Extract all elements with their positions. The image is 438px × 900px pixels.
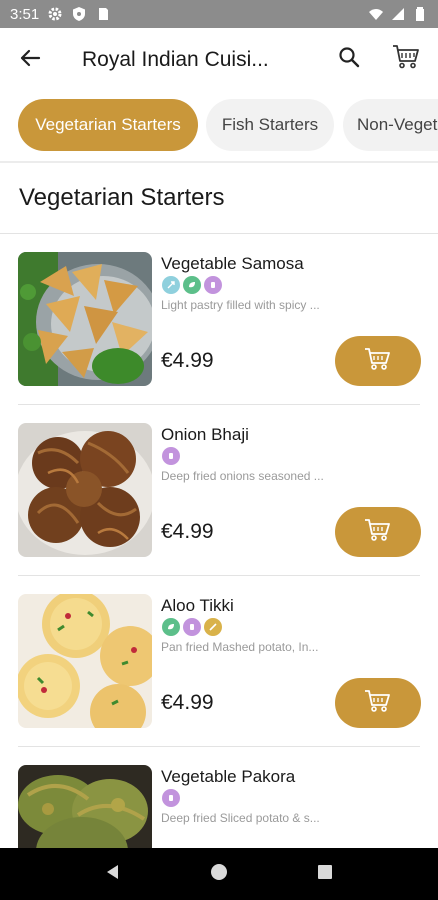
purple-tag-icon: [183, 618, 201, 636]
search-icon: [338, 46, 360, 73]
add-to-cart-button[interactable]: [335, 678, 421, 728]
item-name: Onion Bhaji: [161, 425, 249, 444]
tab-non-vegetarian-starters[interactable]: Non-Veget: [343, 99, 438, 151]
battery-icon: [412, 6, 428, 22]
nav-home-icon[interactable]: [210, 863, 228, 886]
add-to-cart-button[interactable]: [335, 336, 421, 386]
cart-icon: [364, 518, 392, 547]
item-image-onion-bhaji: [18, 423, 152, 557]
green-tag-icon: [162, 618, 180, 636]
gold-tag-icon: [204, 618, 222, 636]
item-tags: [162, 447, 180, 465]
back-button[interactable]: [0, 28, 60, 92]
lightblue-tag-icon: [162, 276, 180, 294]
item-tags: [162, 789, 180, 807]
status-time: 3:51: [10, 5, 40, 23]
cart-icon: [364, 689, 392, 718]
purple-tag-icon: [162, 447, 180, 465]
nav-recents-icon[interactable]: [316, 863, 334, 886]
item-description: Pan fried Mashed potato, In...: [161, 640, 319, 654]
cart-icon: [392, 44, 420, 75]
item-description: Deep fried Sliced potato & s...: [161, 811, 320, 825]
item-price: €4.99: [161, 349, 214, 372]
item-name: Vegetable Samosa: [161, 254, 304, 273]
settings-icon: [47, 6, 63, 22]
nav-back-icon[interactable]: [104, 863, 122, 886]
cart-icon: [364, 347, 392, 376]
sd-card-icon: [95, 6, 111, 22]
search-button[interactable]: [332, 42, 366, 76]
signal-icon: [390, 6, 406, 22]
item-tags: [162, 618, 222, 636]
menu-item[interactable]: Onion Bhaji Deep fried onions seasoned .…: [0, 405, 438, 576]
tab-fish-starters[interactable]: Fish Starters: [206, 99, 334, 151]
item-price: €4.99: [161, 520, 214, 543]
item-image-samosa: [18, 252, 152, 386]
menu-item[interactable]: Vegetable Samosa Light pastry filled wit…: [0, 234, 438, 405]
app-bar: Royal Indian Cuisi...: [0, 28, 438, 92]
item-name: Aloo Tikki: [161, 596, 234, 615]
shield-icon: [71, 6, 87, 22]
item-name: Vegetable Pakora: [161, 767, 296, 786]
item-price: €4.99: [161, 691, 214, 714]
arrow-back-icon: [19, 47, 41, 74]
menu-item[interactable]: Aloo Tikki Pan fried Mashed potato, In..…: [0, 576, 438, 747]
divider: [0, 161, 438, 163]
purple-tag-icon: [162, 789, 180, 807]
item-tags: [162, 276, 222, 294]
item-description: Deep fried onions seasoned ...: [161, 469, 324, 483]
add-to-cart-button[interactable]: [335, 507, 421, 557]
item-image-aloo-tikki: [18, 594, 152, 728]
item-description: Light pastry filled with spicy ...: [161, 298, 320, 312]
section-title: Vegetarian Starters: [19, 184, 225, 211]
purple-tag-icon: [204, 276, 222, 294]
page-title: Royal Indian Cuisi...: [82, 48, 269, 71]
status-bar: 3:51: [0, 0, 438, 28]
category-tabs: Vegetarian Starters Fish Starters Non-Ve…: [0, 99, 438, 153]
cart-button[interactable]: [388, 42, 424, 76]
green-tag-icon: [183, 276, 201, 294]
tab-vegetarian-starters[interactable]: Vegetarian Starters: [18, 99, 198, 151]
system-nav-bar: [0, 848, 438, 900]
wifi-icon: [368, 6, 384, 22]
